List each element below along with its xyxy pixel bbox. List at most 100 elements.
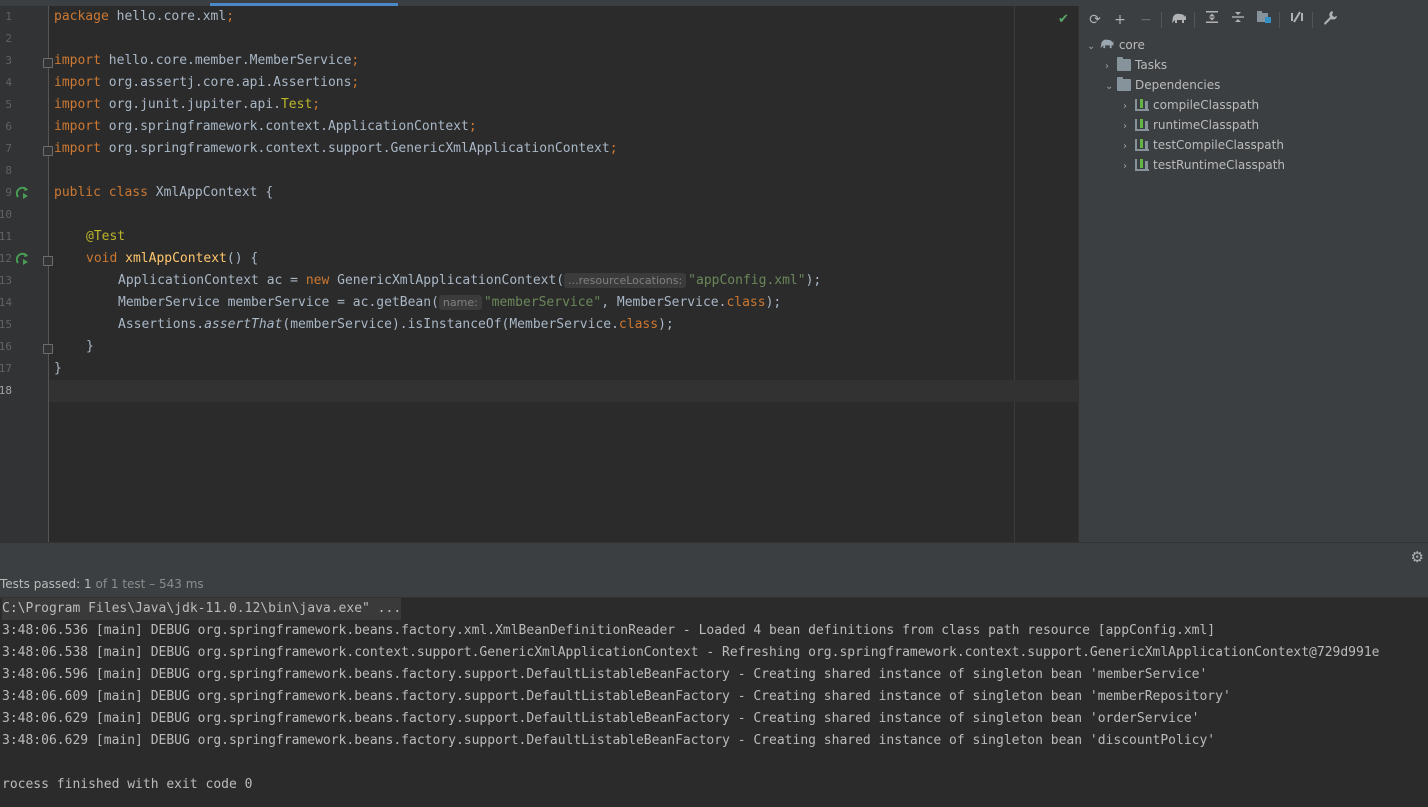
toolbar-separator bbox=[1194, 12, 1195, 28]
chevron-right-icon[interactable]: › bbox=[1123, 157, 1135, 177]
gradle-project-icon bbox=[1099, 38, 1115, 52]
status-count: 1 bbox=[84, 577, 92, 591]
code-text: org.springframework.context.ApplicationC… bbox=[100, 119, 469, 134]
code-text: MemberService memberService = ac.getBean… bbox=[118, 295, 439, 310]
method-name: xmlAppContext bbox=[125, 251, 227, 266]
line-number: 12 bbox=[0, 252, 12, 265]
no-problems-check-icon[interactable]: ✔ bbox=[1058, 12, 1069, 27]
code-line: @Test bbox=[86, 226, 125, 248]
chevron-right-icon[interactable]: › bbox=[1105, 57, 1117, 77]
static-method-name: assertThat bbox=[204, 317, 283, 332]
line-number: 11 bbox=[0, 230, 12, 243]
code-text: XmlAppContext { bbox=[147, 185, 274, 200]
line-number-current: 18 bbox=[0, 384, 12, 397]
tests-passed-status: Tests passed: 1 of 1 test – 543 ms bbox=[0, 577, 204, 591]
semicolon: ; bbox=[468, 119, 477, 134]
gear-icon[interactable]: ⚙ bbox=[1411, 548, 1424, 566]
chevron-down-icon[interactable]: ⌄ bbox=[1105, 77, 1117, 97]
keyword: import bbox=[54, 75, 101, 90]
library-icon bbox=[1135, 139, 1149, 151]
library-icon bbox=[1135, 159, 1149, 171]
keyword: class bbox=[726, 295, 766, 310]
code-text: org.junit.jupiter.api. bbox=[100, 97, 281, 112]
annotation-text: @Test bbox=[86, 229, 126, 244]
tree-item-testcompileclasspath[interactable]: › testCompileClasspath bbox=[1123, 135, 1284, 155]
wrench-icon[interactable] bbox=[1320, 10, 1340, 30]
plus-icon[interactable]: + bbox=[1110, 10, 1130, 30]
collapse-all-icon[interactable] bbox=[1228, 10, 1248, 30]
code-text: ); bbox=[805, 273, 822, 288]
tree-item-core[interactable]: ⌄ core bbox=[1087, 35, 1145, 55]
fold-marker-icon[interactable] bbox=[43, 256, 53, 266]
run-class-icon[interactable] bbox=[15, 186, 30, 200]
annotation-text: Test bbox=[280, 97, 313, 112]
console-line: 3:48:06.538 [main] DEBUG org.springframe… bbox=[2, 645, 1380, 660]
line-number: 7 bbox=[5, 142, 12, 155]
chevron-right-icon[interactable]: › bbox=[1123, 137, 1135, 157]
minus-icon[interactable]: − bbox=[1136, 10, 1156, 30]
tree-item-dependencies[interactable]: ⌄ Dependencies bbox=[1105, 75, 1220, 95]
code-editor[interactable]: 1 2 3 4 5 6 7 8 9 10 11 12 13 14 15 16 1… bbox=[0, 6, 1078, 542]
refresh-icon[interactable]: ⟳ bbox=[1085, 10, 1105, 30]
tree-item-label: Tasks bbox=[1135, 58, 1168, 72]
toggle-offline-icon[interactable] bbox=[1287, 10, 1307, 30]
parameter-hint: name: bbox=[438, 295, 482, 310]
line-number: 4 bbox=[5, 76, 12, 89]
line-number: 3 bbox=[5, 54, 12, 67]
tree-item-runtimeclasspath[interactable]: › runtimeClasspath bbox=[1123, 115, 1259, 135]
semicolon: ; bbox=[351, 75, 360, 90]
tree-item-testruntimeclasspath[interactable]: › testRuntimeClasspath bbox=[1123, 155, 1285, 175]
console-output[interactable]: C:\Program Files\Java\jdk-11.0.12\bin\ja… bbox=[0, 598, 1428, 807]
chevron-down-icon[interactable]: ⌄ bbox=[1087, 37, 1099, 57]
tree-item-compileclasspath[interactable]: › compileClasspath bbox=[1123, 95, 1259, 115]
fold-marker-icon[interactable] bbox=[43, 146, 53, 156]
semicolon: ; bbox=[226, 9, 235, 24]
code-text: ); bbox=[765, 295, 782, 310]
keyword: void bbox=[86, 251, 118, 266]
tree-item-label: runtimeClasspath bbox=[1153, 118, 1260, 132]
fold-marker-icon[interactable] bbox=[43, 344, 53, 354]
console-line-command[interactable]: C:\Program Files\Java\jdk-11.0.12\bin\ja… bbox=[2, 598, 402, 620]
tree-item-label: testRuntimeClasspath bbox=[1153, 158, 1286, 172]
keyword: class bbox=[108, 185, 148, 200]
keyword: import bbox=[54, 141, 101, 156]
line-number: 14 bbox=[0, 296, 12, 309]
dependencies-icon[interactable] bbox=[1254, 10, 1274, 30]
keyword: new bbox=[305, 273, 330, 288]
folder-icon bbox=[1117, 57, 1131, 71]
code-text: } bbox=[54, 361, 62, 376]
elephant-icon[interactable] bbox=[1169, 10, 1189, 30]
line-number: 9 bbox=[5, 186, 12, 199]
code-text: ); bbox=[658, 317, 674, 332]
line-number: 13 bbox=[0, 274, 12, 287]
console-line: 3:48:06.536 [main] DEBUG org.springframe… bbox=[2, 623, 1216, 638]
keyword: import bbox=[54, 97, 101, 112]
tree-item-tasks[interactable]: › Tasks bbox=[1105, 55, 1167, 75]
chevron-right-icon[interactable]: › bbox=[1123, 97, 1135, 117]
line-number: 8 bbox=[5, 164, 12, 177]
chevron-right-icon[interactable]: › bbox=[1123, 117, 1135, 137]
console-line: 3:48:06.596 [main] DEBUG org.springframe… bbox=[2, 667, 1208, 682]
current-line-highlight bbox=[49, 380, 1078, 402]
code-line: } bbox=[86, 336, 94, 358]
code-line: import org.springframework.context.suppo… bbox=[54, 138, 618, 160]
code-line: } bbox=[54, 358, 62, 380]
run-test-icon[interactable] bbox=[15, 252, 30, 266]
code-text: GenericXmlApplicationContext( bbox=[329, 273, 565, 288]
code-text: ApplicationContext ac = bbox=[118, 273, 306, 288]
line-number: 15 bbox=[0, 318, 12, 331]
line-number: 2 bbox=[5, 32, 12, 45]
expand-all-icon[interactable] bbox=[1202, 10, 1222, 30]
line-number: 6 bbox=[5, 120, 12, 133]
code-text: Assertions. bbox=[118, 317, 205, 332]
console-line: 3:48:06.609 [main] DEBUG org.springframe… bbox=[2, 689, 1231, 704]
code-text: (memberService).isInstanceOf(MemberServi… bbox=[282, 317, 619, 332]
console-line: 3:48:06.629 [main] DEBUG org.springframe… bbox=[2, 733, 1216, 748]
fold-marker-icon[interactable] bbox=[43, 58, 53, 68]
run-panel-header: ⚙ bbox=[0, 543, 1428, 571]
code-text: org.springframework.context.support.Gene… bbox=[100, 141, 610, 156]
keyword: import bbox=[54, 119, 101, 134]
code-line: import org.springframework.context.Appli… bbox=[54, 116, 477, 138]
library-icon bbox=[1135, 99, 1149, 111]
library-icon bbox=[1135, 119, 1149, 131]
